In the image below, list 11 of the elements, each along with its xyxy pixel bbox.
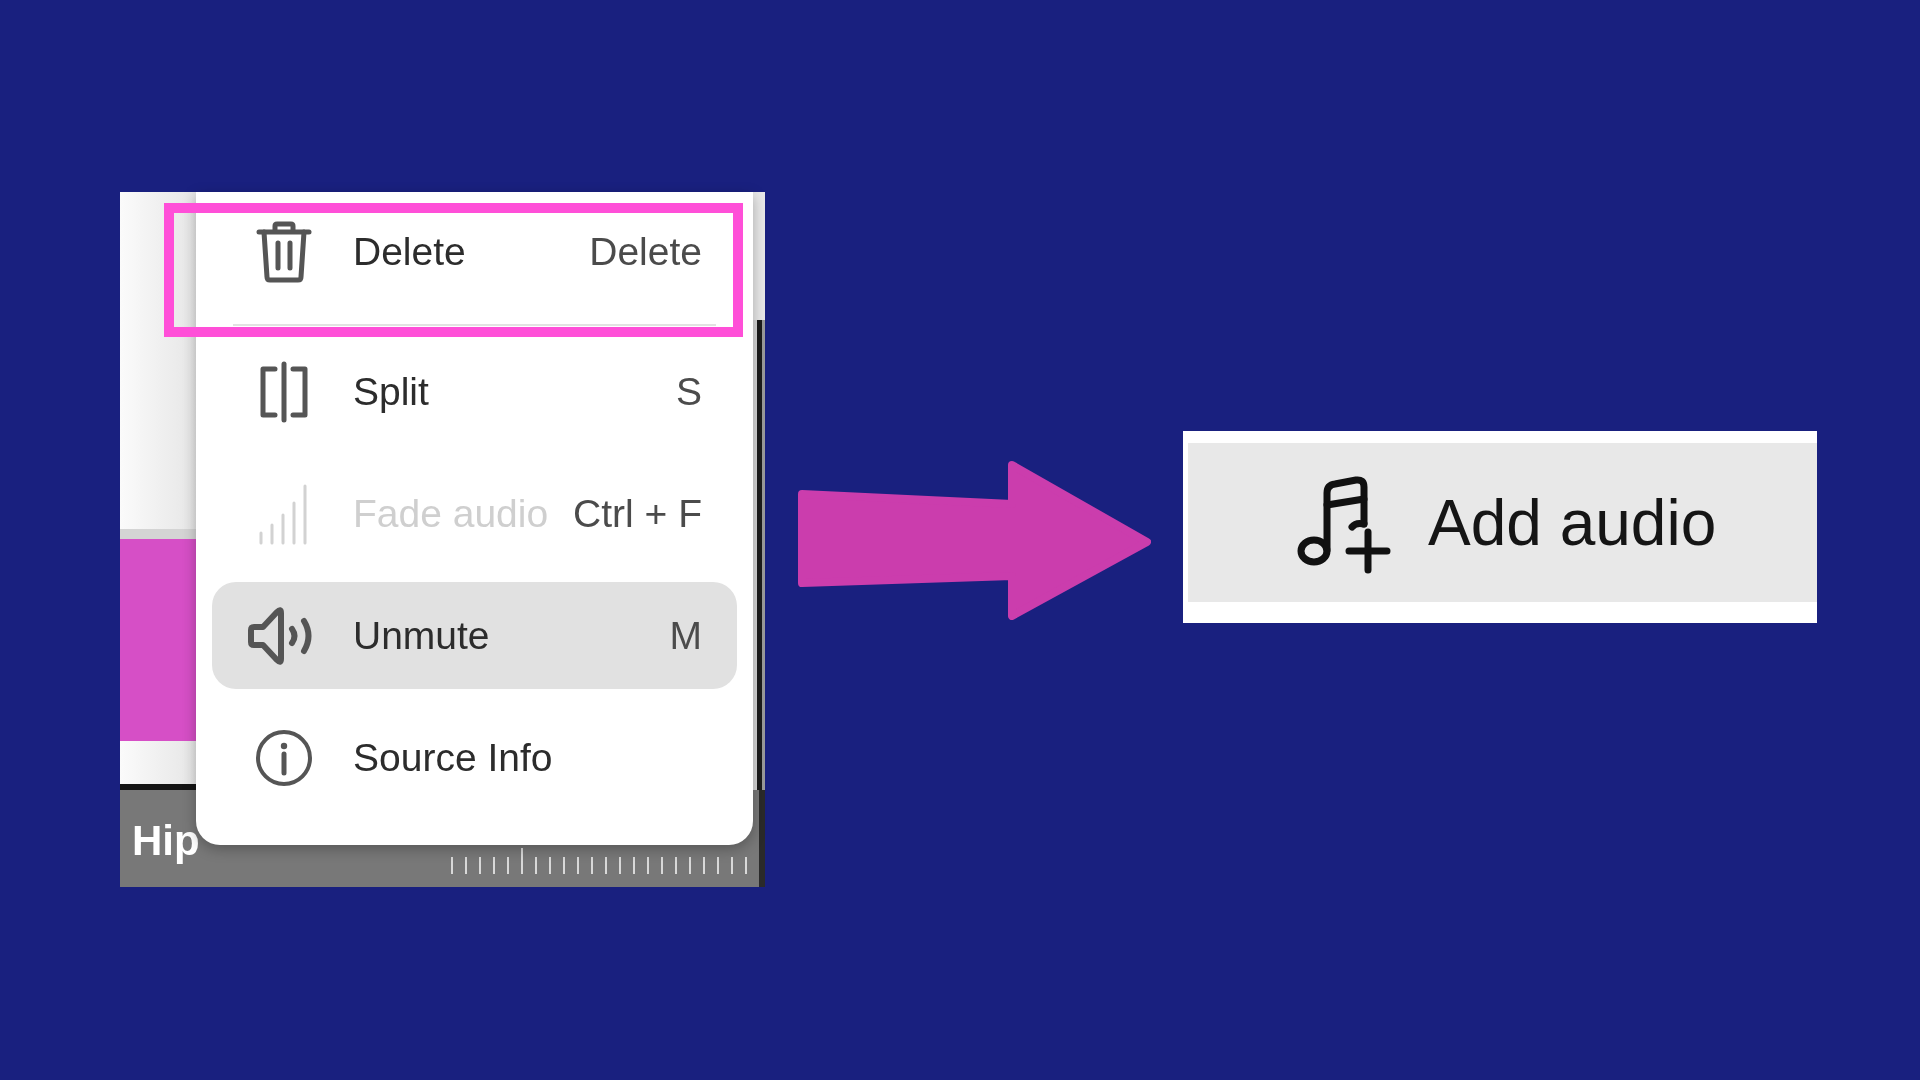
menu-item[interactable]: Source Info [212,704,737,811]
shortcut-label: Delete [589,229,702,274]
menu-item[interactable]: Delete Delete [212,198,737,305]
shortcut-label: M [669,613,702,658]
menu-item[interactable]: Unmute M [212,582,737,689]
shortcut-label: Ctrl + F [573,491,702,536]
add-audio-button[interactable]: Add audio [1188,443,1817,602]
track-label: Hip [132,818,200,865]
menu-item[interactable]: Split S [212,338,737,445]
shortcut-label: S [676,369,702,414]
trash-icon [255,220,313,283]
